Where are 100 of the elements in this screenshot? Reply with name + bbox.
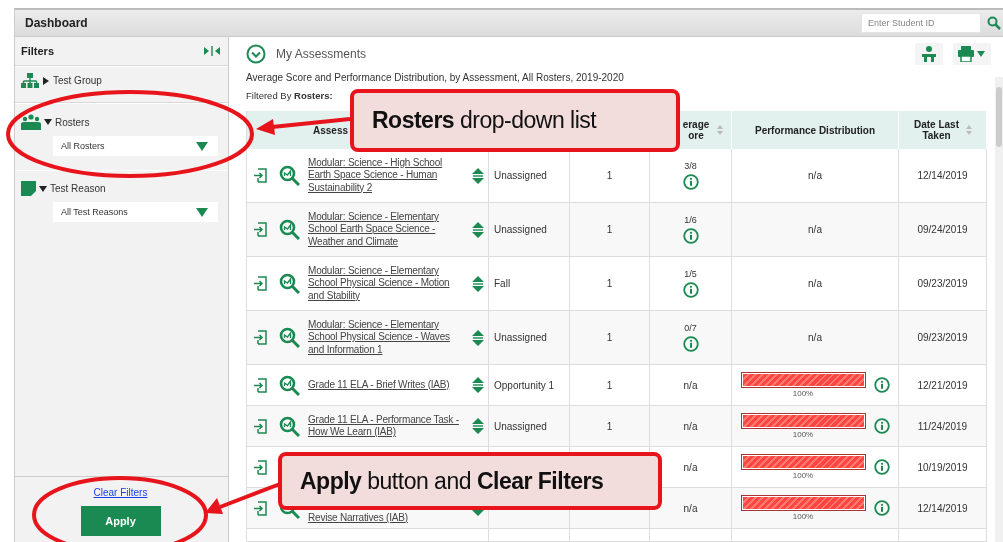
distribution-text: n/a — [808, 332, 822, 343]
assessment-link[interactable]: Revise Narratives (IAB) — [308, 511, 466, 524]
distribution-text: n/a — [808, 170, 822, 181]
date-text: 09/23/2019 — [917, 278, 968, 289]
search-icon[interactable] — [987, 16, 1001, 30]
expand-arrows-icon[interactable] — [472, 275, 484, 292]
filter-label[interactable]: Test Group — [53, 75, 102, 86]
filter-label[interactable]: Test Reason — [50, 183, 106, 194]
magnifier-icon[interactable] — [279, 327, 300, 348]
info-icon[interactable] — [682, 174, 699, 190]
expanded-icon[interactable] — [39, 184, 47, 193]
reason-text: Unassigned — [494, 332, 547, 343]
person-icon — [920, 45, 938, 62]
info-icon[interactable] — [873, 418, 890, 434]
collapse-icon[interactable] — [204, 46, 220, 56]
note-icon — [21, 181, 36, 196]
chevron-circle-icon[interactable] — [246, 43, 266, 64]
distribution-text: n/a — [808, 224, 822, 235]
count-text: 1 — [606, 420, 613, 432]
date-text: 12/14/2019 — [917, 170, 968, 181]
info-icon[interactable] — [682, 336, 699, 352]
apply-button[interactable]: Apply — [80, 506, 161, 536]
expand-arrows-icon[interactable] — [472, 167, 484, 184]
filtered-by-text: Filtered By Rosters: — [246, 90, 334, 101]
column-header: Performance Distribution — [732, 111, 899, 149]
reason-text: Unassigned — [494, 170, 547, 181]
reason-text: Unassigned — [494, 420, 547, 432]
percent-label: 100% — [792, 390, 814, 398]
magnifier-icon[interactable] — [279, 273, 300, 294]
info-icon[interactable] — [873, 377, 890, 393]
expand-arrows-icon[interactable] — [472, 221, 484, 238]
info-icon[interactable] — [682, 282, 699, 298]
export-icon[interactable] — [254, 330, 267, 345]
percent-label: 100% — [792, 472, 814, 480]
date-text: 11/24/2019 — [917, 420, 968, 432]
filter-dropdown[interactable]: All Test Reasons — [53, 202, 218, 222]
expand-arrows-icon[interactable] — [472, 329, 484, 346]
clear-filters-link[interactable]: Clear Filters — [93, 487, 148, 498]
distribution-text: n/a — [808, 278, 822, 289]
count-text: 1 — [606, 379, 613, 391]
date-text: 09/24/2019 — [917, 224, 968, 235]
assessment-link[interactable]: Modular: Science - High School Earth Space Science - Human Sustainability 2 — [308, 156, 466, 195]
info-icon[interactable] — [873, 500, 890, 516]
date-text: 09/23/2019 — [917, 332, 968, 343]
assessment-link[interactable]: Modular: Science - Elementary School Earth Space Science - Weather and Climate — [308, 210, 466, 249]
assessment-link[interactable]: Modular: Science - Elementary School Physical Science - Motion and Stability — [308, 264, 466, 303]
reason-text: Opportunity 1 — [494, 379, 555, 391]
hierarchy-icon — [21, 73, 39, 88]
filters-title: Filters — [21, 45, 54, 57]
reason-text: Fall — [494, 278, 511, 289]
magnifier-icon[interactable] — [279, 415, 300, 437]
page-title: Dashboard — [25, 16, 89, 30]
score-text: 1/5 — [684, 269, 697, 279]
column-header: Date Last Taken — [899, 111, 987, 149]
expanded-icon[interactable] — [44, 118, 52, 126]
date-text: 12/14/2019 — [917, 502, 968, 514]
score-text: 3/8 — [684, 161, 697, 171]
export-icon[interactable] — [254, 222, 267, 237]
section-title: My Assessments — [276, 46, 367, 61]
callout-tooltip: Rosters drop-down list — [350, 89, 680, 152]
assessment-link[interactable]: Grade 11 ELA - Performance Task - How We Learn (IAB) — [308, 413, 466, 439]
group-users-button[interactable] — [915, 42, 943, 65]
assessment-link[interactable]: Grade 11 ELA - Brief Writes (IAB) — [308, 378, 466, 392]
reason-text: Unassigned — [494, 224, 547, 235]
export-icon[interactable] — [254, 276, 267, 291]
report-subtitle: Average Score and Performance Distribution, by Assessment, All Rosters, 2019-2020 — [246, 72, 625, 83]
export-icon[interactable] — [254, 418, 267, 434]
caret-icon — [196, 207, 208, 217]
filter-label[interactable]: Rosters — [55, 116, 90, 128]
score-text: n/a — [683, 379, 698, 391]
info-icon[interactable] — [682, 228, 699, 244]
score-text: 1/6 — [684, 215, 697, 225]
filter-dropdown[interactable]: All Rosters — [53, 136, 218, 156]
people-icon — [21, 114, 41, 130]
info-icon[interactable] — [873, 459, 890, 475]
assessment-link[interactable]: Modular: Science - Elementary School Physical Science - Waves and Information 1 — [308, 318, 466, 357]
callout-tooltip: Apply button and Clear Filters — [278, 452, 662, 510]
student-id-field[interactable]: Enter Student ID — [861, 13, 981, 33]
collapsed-icon[interactable] — [42, 76, 50, 85]
count-text: 1 — [606, 278, 613, 289]
print-button[interactable] — [953, 42, 991, 65]
score-text: n/a — [683, 502, 698, 514]
caret-icon — [196, 141, 208, 151]
date-text: 12/21/2019 — [917, 379, 968, 391]
export-icon[interactable] — [254, 500, 267, 516]
score-text: n/a — [683, 420, 698, 432]
count-text: 1 — [606, 332, 613, 343]
expand-arrows-icon[interactable] — [472, 377, 484, 393]
scrollbar[interactable] — [995, 77, 1003, 542]
export-icon[interactable] — [254, 377, 267, 393]
export-icon[interactable] — [254, 168, 267, 183]
expand-arrows-icon[interactable] — [472, 418, 484, 434]
export-icon[interactable] — [254, 459, 267, 475]
count-text: 1 — [606, 170, 613, 181]
magnifier-icon[interactable] — [279, 374, 300, 396]
percent-label: 100% — [792, 513, 814, 521]
magnifier-icon[interactable] — [279, 219, 300, 240]
date-text: 10/19/2019 — [917, 461, 968, 473]
count-text: 1 — [606, 224, 613, 235]
magnifier-icon[interactable] — [279, 165, 300, 186]
